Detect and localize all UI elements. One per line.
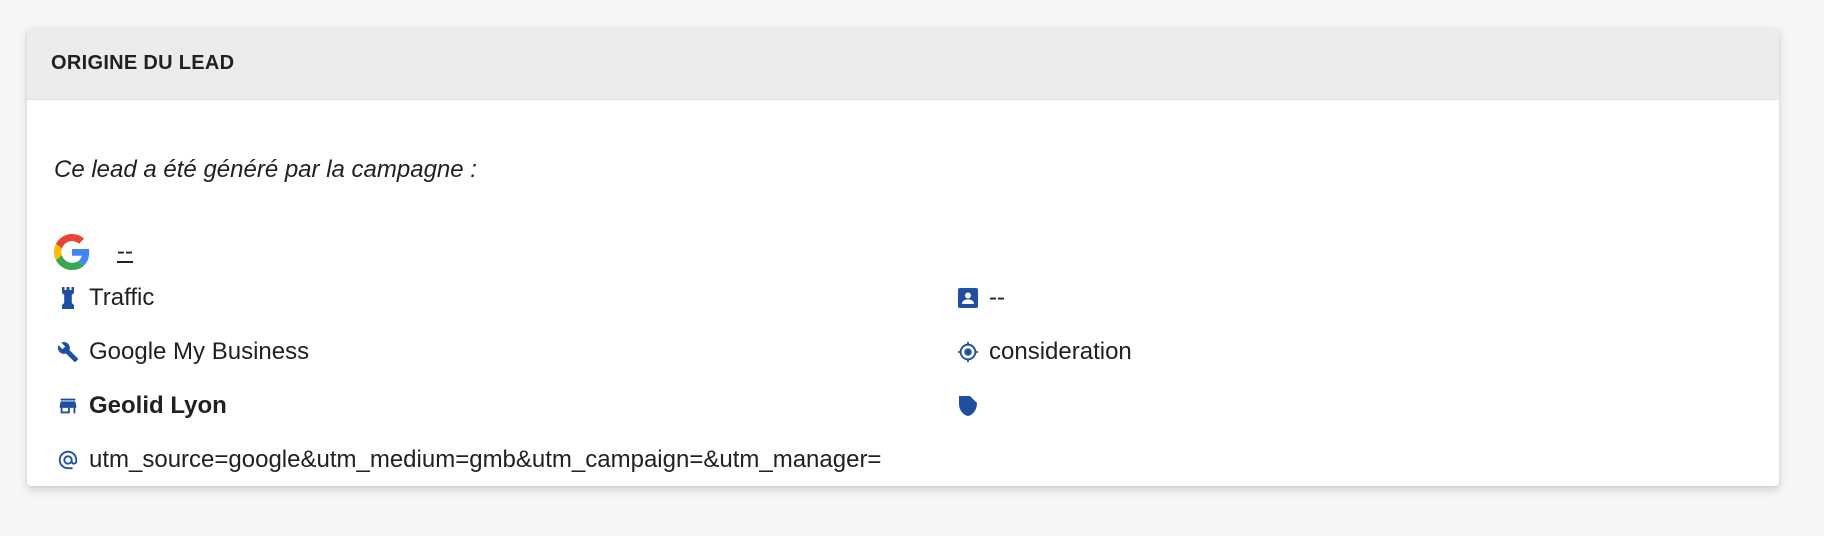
badge-icon [955,393,981,419]
contact-row: -- [955,283,1005,313]
objective-row: consideration [955,337,1132,367]
utm-row: utm_source=google&utm_medium=gmb&utm_cam… [55,445,881,475]
channel-label: Traffic [89,284,155,311]
rook-icon [55,285,81,311]
agency-row: Geolid Lyon [55,391,227,421]
badge-row [955,391,989,421]
agency-label: Geolid Lyon [89,392,227,419]
utm-label: utm_source=google&utm_medium=gmb&utm_cam… [89,446,882,473]
target-icon [955,339,981,365]
campaign-intro-text: Ce lead a été généré par la campagne : [54,156,477,183]
objective-label: consideration [989,338,1132,365]
campaign-link[interactable]: -- [117,238,133,266]
source-tool-label: Google My Business [89,338,310,365]
wrench-icon [55,339,81,365]
card-header: ORIGINE DU LEAD [27,28,1779,100]
at-sign-icon [55,447,81,473]
channel-row: Traffic [55,283,154,313]
lead-origin-card: ORIGINE DU LEAD Ce lead a été généré par… [27,28,1779,486]
source-tool-row: Google My Business [55,337,309,367]
google-g-icon [54,234,90,270]
contact-card-icon [955,285,981,311]
store-icon [55,393,81,419]
contact-label: -- [989,284,1005,311]
card-title: ORIGINE DU LEAD [51,52,235,74]
campaign-row: -- [54,234,133,270]
